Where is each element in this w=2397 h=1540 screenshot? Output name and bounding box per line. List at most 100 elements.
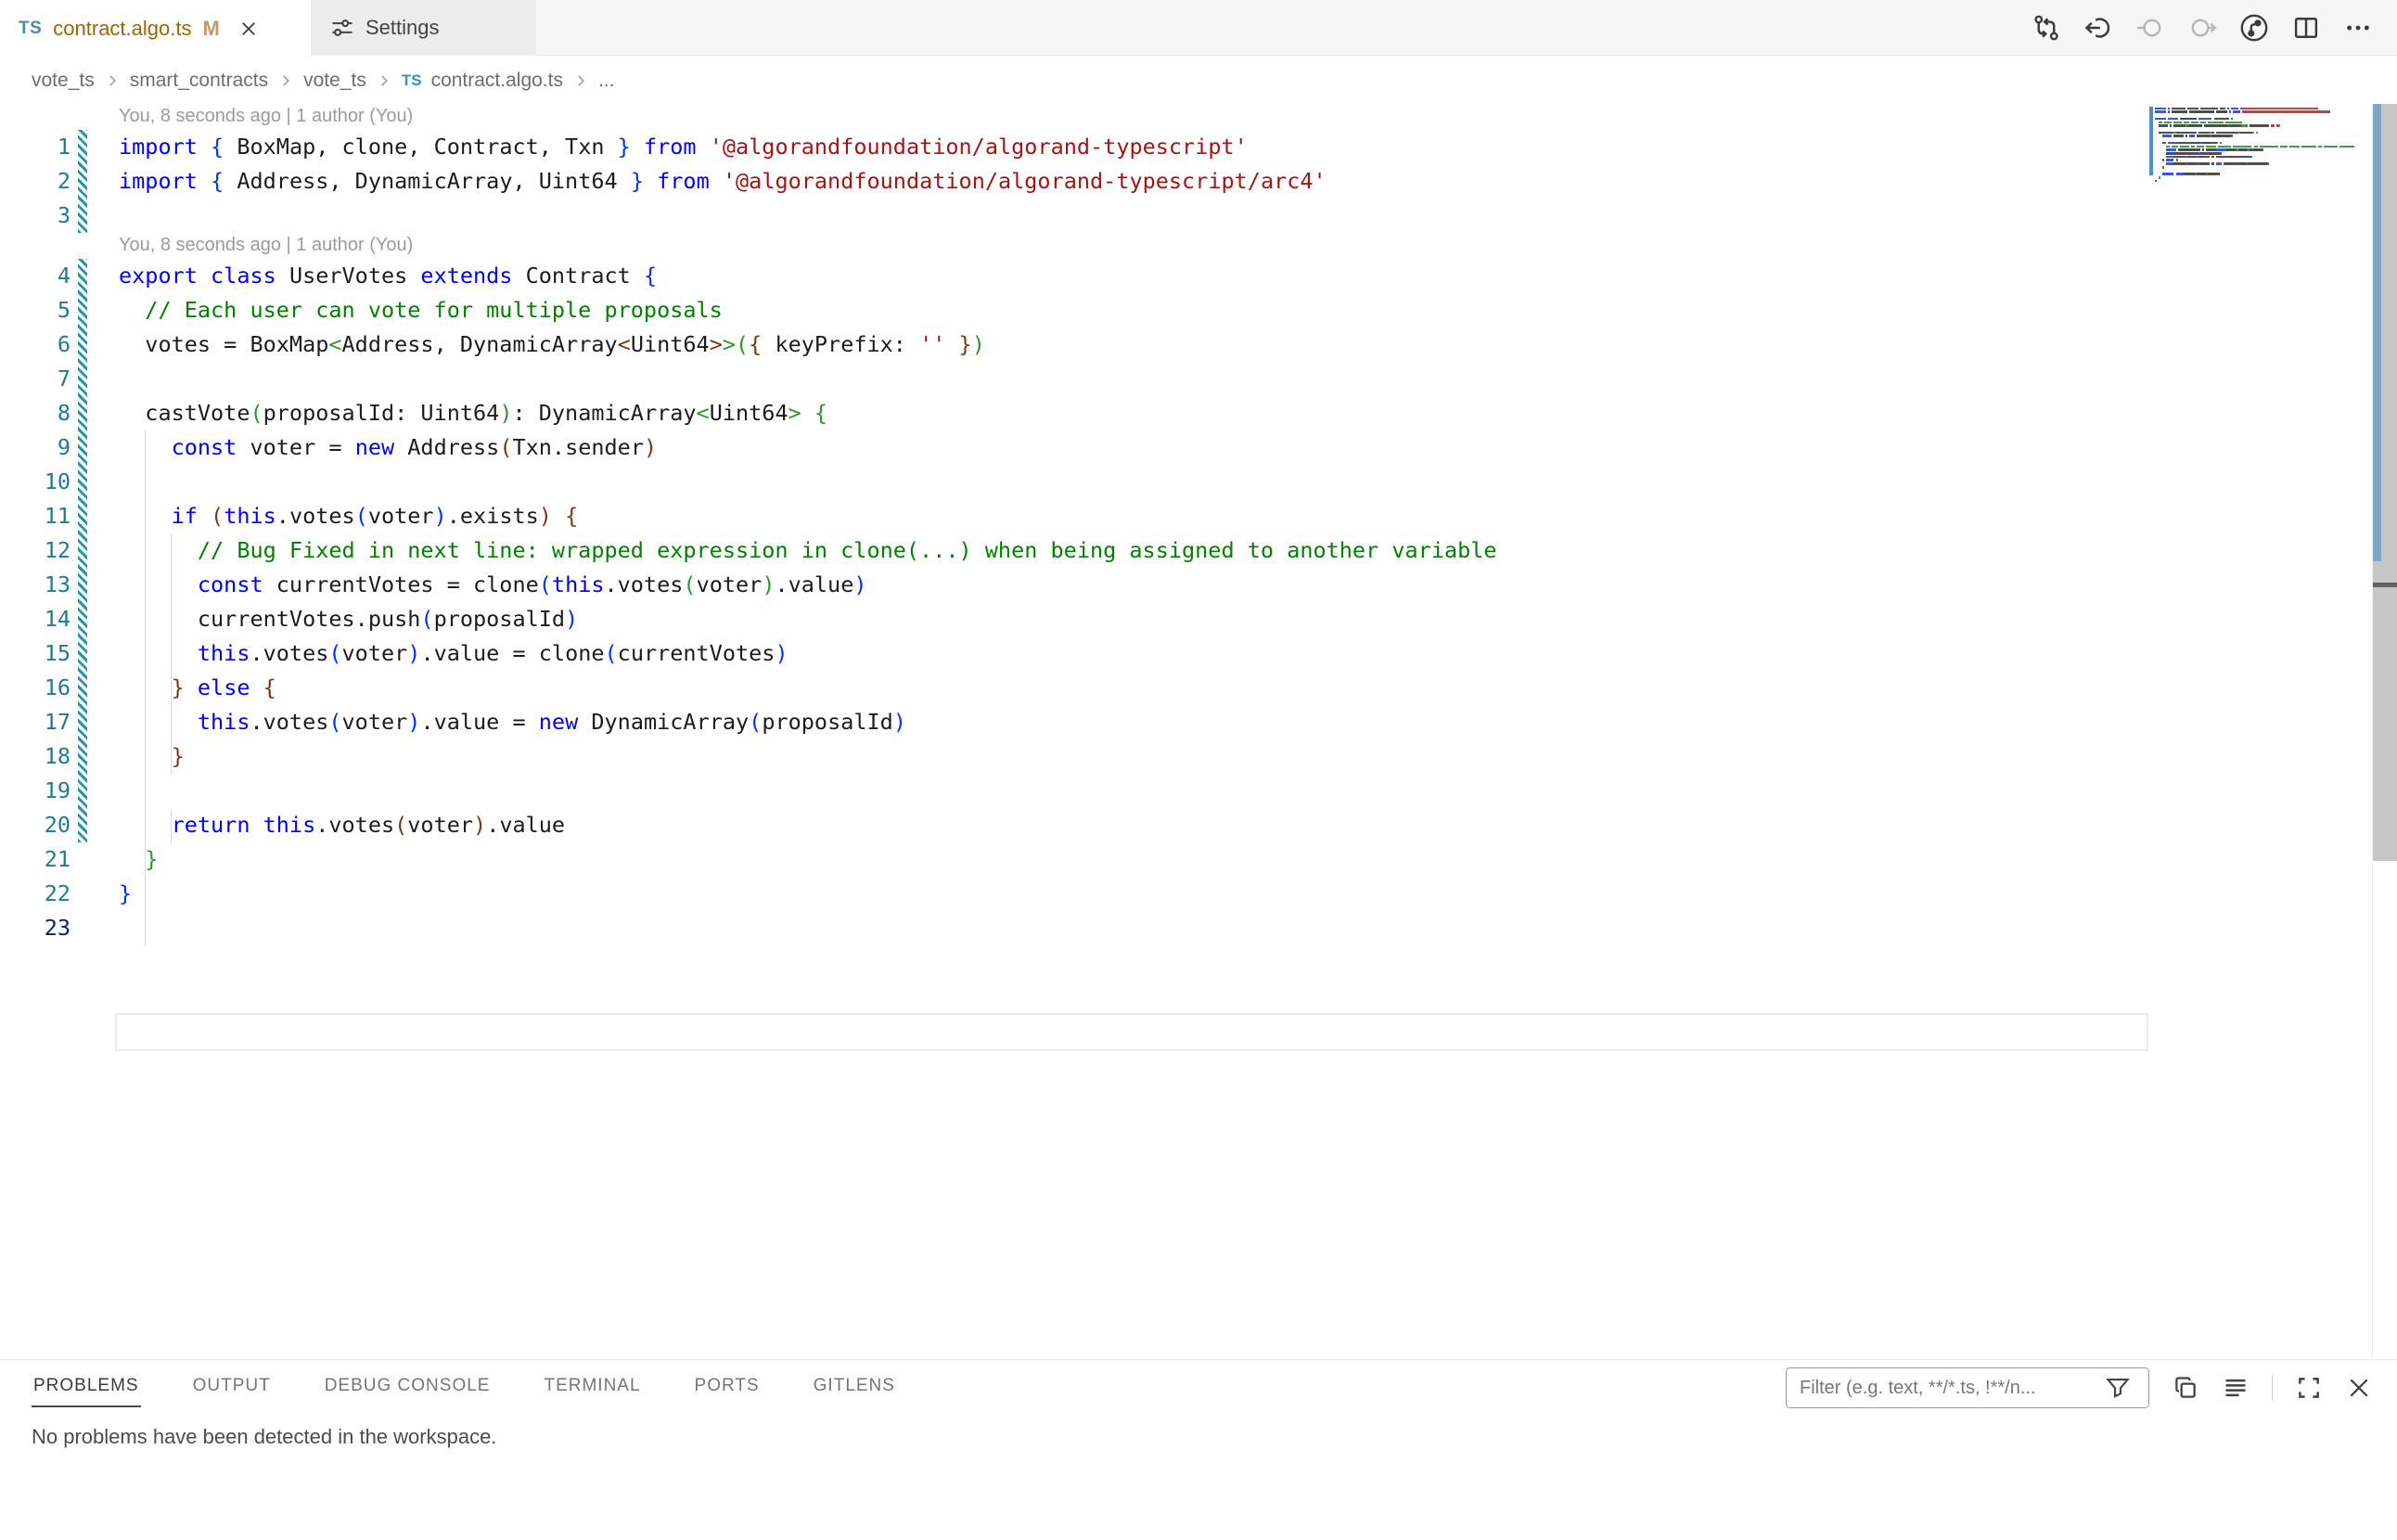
previous-change-arrow-icon[interactable] [2083,13,2113,43]
tab-label: Settings [365,16,440,40]
line-number: 16 [0,671,70,705]
breadcrumb-item-symbol[interactable]: ... [598,70,615,92]
gutter-modified-indicator[interactable] [78,705,87,739]
copy-icon[interactable] [2172,1374,2199,1402]
codelens-row: You, 8 seconds ago | 1 author (You) [0,233,2397,259]
line-number: 1 [0,130,70,164]
gutter-modified-indicator[interactable] [78,430,87,465]
gutter-modified-indicator[interactable] [78,164,87,199]
code-line[interactable]: 10 [0,465,2397,499]
code-text [87,199,119,233]
view-as-list-icon[interactable] [2222,1374,2250,1402]
code-line[interactable]: 23 [0,911,2397,945]
code-line[interactable]: 7 [0,362,2397,396]
code-text: const currentVotes = clone(this.votes(vo… [87,568,867,602]
gutter-modified-indicator[interactable] [78,130,87,164]
gutter-modified-indicator[interactable] [78,396,87,430]
editor[interactable]: You, 8 seconds ago | 1 author (You)1impo… [0,104,2397,1359]
open-changes-icon[interactable] [2032,13,2061,43]
tab-debug-console[interactable]: DEBUG CONSOLE [323,1363,493,1407]
gutter-modified-indicator[interactable] [78,199,87,233]
line-number: 2 [0,164,70,199]
line-number: 18 [0,739,70,774]
close-panel-icon[interactable] [2345,1374,2373,1402]
breadcrumb-item[interactable]: smart_contracts [130,70,268,92]
more-actions-icon[interactable] [2343,13,2373,43]
breadcrumb-item[interactable]: vote_ts [303,70,366,92]
problems-message: No problems have been detected in the wo… [0,1410,2397,1449]
tab-problems[interactable]: PROBLEMS [32,1363,141,1407]
code-line[interactable]: 4export class UserVotes extends Contract… [0,259,2397,293]
code-text: return this.votes(voter).value [87,808,565,842]
tab-gitlens[interactable]: GITLENS [812,1363,897,1407]
gutter-modified-indicator[interactable] [78,774,87,808]
code-line[interactable]: 18 } [0,739,2397,774]
tab-output[interactable]: OUTPUT [191,1363,273,1407]
gutter-modified-indicator[interactable] [78,671,87,705]
gutter-modified-indicator[interactable] [78,259,87,293]
gutter-modified-indicator[interactable] [78,808,87,842]
code-text: castVote(proposalId: Uint64): DynamicArr… [87,396,827,430]
line-number: 12 [0,533,70,568]
tab-settings[interactable]: Settings [312,0,536,56]
code-line[interactable]: 5 // Each user can vote for multiple pro… [0,293,2397,327]
minimap[interactable] [2148,104,2372,1359]
code-line[interactable]: 2import { Address, DynamicArray, Uint64 … [0,164,2397,199]
code-line[interactable]: 11 if (this.votes(voter).exists) { [0,499,2397,533]
code-text [87,362,119,396]
panel-controls [1786,1367,2373,1408]
maximize-panel-icon[interactable] [2295,1374,2323,1402]
code-line[interactable]: 12 // Bug Fixed in next line: wrapped ex… [0,533,2397,568]
ts-file-icon: TS [402,71,422,90]
filter-input[interactable] [1800,1378,2106,1399]
gutter-modified-indicator[interactable] [78,499,87,533]
code-line[interactable]: 15 this.votes(voter).value = clone(curre… [0,636,2397,671]
code-line[interactable]: 20 return this.votes(voter).value [0,808,2397,842]
gutter-modified-indicator[interactable] [78,362,87,396]
gutter-modified-indicator[interactable] [78,739,87,774]
gutter-modified-indicator[interactable] [78,465,87,499]
editor-scrollbar[interactable] [2372,104,2397,1359]
code-line[interactable]: 17 this.votes(voter).value = new Dynamic… [0,705,2397,739]
gutter-modified-indicator[interactable] [78,636,87,671]
code-text: export class UserVotes extends Contract … [87,259,657,293]
chevron-right-icon [572,72,589,89]
tab-ports[interactable]: PORTS [693,1363,762,1407]
gutter-modified-indicator[interactable] [78,533,87,568]
breadcrumb-item[interactable]: vote_ts [32,70,95,92]
gutter-modified-indicator[interactable] [78,568,87,602]
problems-filter[interactable] [1786,1367,2149,1408]
gitlens-graph-icon[interactable] [2239,13,2269,43]
code-line[interactable]: 22} [0,877,2397,911]
split-editor-icon[interactable] [2291,13,2321,43]
code-line[interactable]: 16 } else { [0,671,2397,705]
gutter-modified-indicator[interactable] [78,327,87,362]
code-line[interactable]: 1import { BoxMap, clone, Contract, Txn }… [0,130,2397,164]
previous-change-icon[interactable] [2135,13,2165,43]
tab-terminal[interactable]: TERMINAL [542,1363,642,1407]
code-line[interactable]: 14 currentVotes.push(proposalId) [0,602,2397,636]
code-text: // Each user can vote for multiple propo… [87,293,723,327]
gutter-modified-indicator[interactable] [78,293,87,327]
code-text [87,465,119,499]
tab-contract-algo-ts[interactable]: TS contract.algo.ts M [0,0,312,57]
code-line[interactable]: 3 [0,199,2397,233]
close-tab-icon[interactable] [235,15,263,43]
tab-label: contract.algo.ts [53,17,191,41]
codelens-link[interactable]: You, 8 seconds ago | 1 author (You) [0,233,413,259]
gutter-spacer [78,877,87,911]
settings-sliders-icon [330,16,354,40]
code-text: } [87,842,158,877]
gutter-modified-indicator[interactable] [78,602,87,636]
code-line[interactable]: 8 castVote(proposalId: Uint64): DynamicA… [0,396,2397,430]
codelens-link[interactable]: You, 8 seconds ago | 1 author (You) [0,104,413,130]
code-line[interactable]: 6 votes = BoxMap<Address, DynamicArray<U… [0,327,2397,362]
next-change-icon[interactable] [2187,13,2217,43]
breadcrumb-item-file[interactable]: contract.algo.ts [431,70,563,92]
code-line[interactable]: 19 [0,774,2397,808]
code-line[interactable]: 9 const voter = new Address(Txn.sender) [0,430,2397,465]
code-text: currentVotes.push(proposalId) [87,602,578,636]
code-line[interactable]: 21 } [0,842,2397,877]
code-line[interactable]: 13 const currentVotes = clone(this.votes… [0,568,2397,602]
bottom-panel: PROBLEMS OUTPUT DEBUG CONSOLE TERMINAL P… [0,1359,2397,1540]
